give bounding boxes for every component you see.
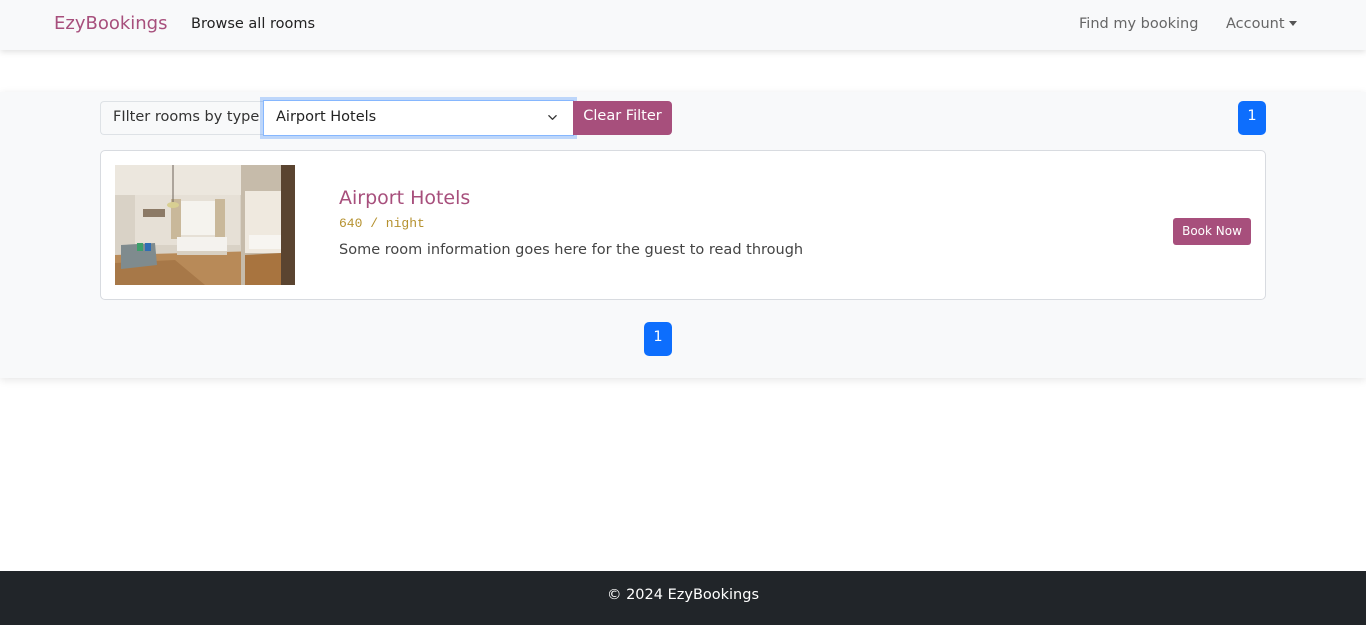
copyright-text: © 2024 EzyBookings bbox=[606, 587, 760, 603]
top-navbar: EzyBookings Browse all rooms Find my boo… bbox=[0, 0, 1366, 50]
page-footer: © 2024 EzyBookings bbox=[0, 571, 1366, 625]
room-type-select[interactable]: Airport Hotels bbox=[263, 100, 574, 136]
account-label: Account bbox=[1226, 16, 1285, 32]
nav-account-dropdown[interactable]: Account bbox=[1226, 16, 1297, 32]
pagination-page-bottom[interactable]: 1 bbox=[644, 322, 672, 356]
room-title[interactable]: Airport Hotels bbox=[339, 187, 470, 209]
room-card: Airport Hotels 640 / night Some room inf… bbox=[100, 150, 1266, 300]
caret-down-icon bbox=[1288, 20, 1297, 26]
brand-logo-link[interactable]: EzyBookings bbox=[54, 13, 167, 34]
chevron-down-icon bbox=[548, 115, 557, 120]
filter-label: FIlter rooms by type bbox=[100, 101, 264, 135]
nav-find-my-booking[interactable]: Find my booking bbox=[1079, 16, 1198, 32]
pagination-page-top[interactable]: 1 bbox=[1238, 101, 1266, 135]
rooms-section: FIlter rooms by type Airport Hotels Clea… bbox=[0, 92, 1366, 378]
room-photo bbox=[115, 165, 295, 285]
nav-browse-all-rooms[interactable]: Browse all rooms bbox=[191, 16, 315, 32]
book-now-button[interactable]: Book Now bbox=[1173, 218, 1251, 245]
room-description: Some room information goes here for the … bbox=[339, 242, 804, 258]
room-price: 640 / night bbox=[339, 216, 425, 231]
room-type-selected-value: Airport Hotels bbox=[276, 109, 377, 125]
clear-filter-button[interactable]: Clear Filter bbox=[573, 101, 672, 135]
